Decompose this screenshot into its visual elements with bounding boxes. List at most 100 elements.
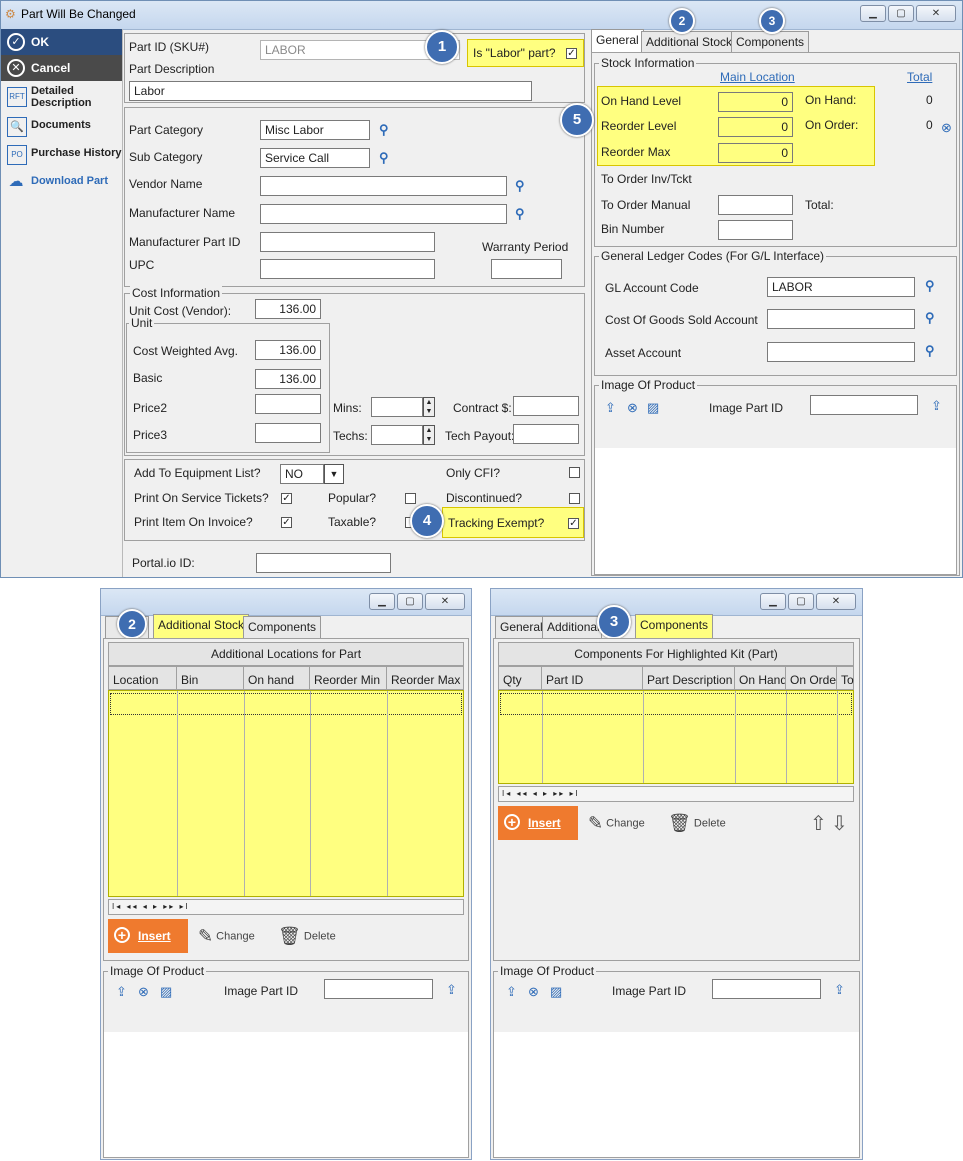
maximize-button[interactable]: ▢ <box>888 5 914 22</box>
image-part-id-input[interactable] <box>810 395 918 415</box>
upload-icon[interactable]: ⇪ <box>605 400 616 416</box>
techs-input[interactable] <box>371 425 423 445</box>
tracking-exempt-checkbox[interactable]: ✓ <box>568 518 579 529</box>
insert-button[interactable]: + Insert <box>498 806 578 840</box>
additional-locations-grid[interactable] <box>108 690 464 897</box>
purchase-history-button[interactable]: PO Purchase History <box>1 141 122 167</box>
grid-navigator[interactable]: I◂ ◂◂ ◂ ▸ ▸▸ ▸I <box>498 786 854 802</box>
maximize-button[interactable]: ▢ <box>788 593 814 610</box>
picture-icon[interactable]: ▨ <box>160 984 172 1000</box>
download-part-button[interactable]: ☁ Download Part <box>1 169 122 195</box>
price3-input[interactable] <box>255 423 321 443</box>
tab-additional-stock[interactable]: Additional <box>542 616 602 638</box>
contract-input[interactable] <box>513 396 579 416</box>
insert-button[interactable]: + Insert <box>108 919 188 953</box>
total-link[interactable]: Total <box>907 70 932 84</box>
warranty-period-input[interactable] <box>491 259 562 279</box>
sub-category-search-icon[interactable]: ⚲ <box>379 150 389 166</box>
close-button[interactable]: ✕ <box>916 5 956 22</box>
tab-components[interactable]: Components <box>243 616 322 638</box>
detailed-description-button[interactable]: RFT Detailed Description <box>1 83 122 113</box>
labor-part-checkbox[interactable]: ✓ <box>566 48 577 59</box>
image-browse-icon[interactable]: ⇪ <box>931 398 942 414</box>
ok-button[interactable]: ✓ OK <box>1 29 122 55</box>
arrow-up-icon[interactable]: ⇧ <box>810 811 827 836</box>
part-category-input[interactable]: Misc Labor <box>260 120 370 140</box>
components-grid[interactable] <box>498 690 854 784</box>
tab-components[interactable]: Components <box>635 614 714 638</box>
cogs-search-icon[interactable]: ⚲ <box>925 310 935 326</box>
clear-image-icon[interactable]: ⊗ <box>138 984 149 1000</box>
manufacturer-part-id-input[interactable] <box>260 232 435 252</box>
print-service-checkbox[interactable]: ✓ <box>281 493 292 504</box>
main-location-link[interactable]: Main Location <box>720 70 795 84</box>
vendor-search-icon[interactable]: ⚲ <box>515 178 525 194</box>
reorder-max-input[interactable]: 0 <box>718 143 793 163</box>
minimize-button[interactable]: ▁ <box>760 593 786 610</box>
unit-cost-input[interactable]: 136.00 <box>255 299 321 319</box>
popular-checkbox[interactable] <box>405 493 416 504</box>
vendor-name-input[interactable] <box>260 176 507 196</box>
grid-navigator[interactable]: I◂ ◂◂ ◂ ▸ ▸▸ ▸I <box>108 899 464 915</box>
upload-icon[interactable]: ⇪ <box>116 984 127 1000</box>
portal-id-input[interactable] <box>256 553 391 573</box>
picture-icon[interactable]: ▨ <box>647 400 659 416</box>
upc-input[interactable] <box>260 259 435 279</box>
basic-input[interactable]: 136.00 <box>255 369 321 389</box>
on-hand-level-input[interactable]: 0 <box>718 92 793 112</box>
part-description-input[interactable]: Labor <box>129 81 532 101</box>
techs-spinner[interactable]: ▲ ▼ <box>423 425 435 445</box>
tab-general[interactable]: General <box>591 29 644 53</box>
discontinued-checkbox[interactable] <box>569 493 580 504</box>
maximize-button[interactable]: ▢ <box>397 593 423 610</box>
upload-icon[interactable]: ⇪ <box>506 984 517 1000</box>
delete-button[interactable]: 🗑 Delete <box>668 813 726 834</box>
change-button[interactable]: ✎ Change <box>588 813 645 834</box>
manufacturer-search-icon[interactable]: ⚲ <box>515 206 525 222</box>
image-part-id-input[interactable] <box>324 979 433 999</box>
tab-components[interactable]: Components <box>731 31 810 53</box>
picture-icon[interactable]: ▨ <box>550 984 562 1000</box>
tech-payout-input[interactable] <box>513 424 579 444</box>
gl-account-search-icon[interactable]: ⚲ <box>925 278 935 294</box>
mins-spinner[interactable]: ▲ ▼ <box>423 397 435 417</box>
chevron-down-icon[interactable]: ▼ <box>324 464 344 484</box>
delete-button[interactable]: 🗑 Delete <box>278 926 336 947</box>
sub-category-input[interactable]: Service Call <box>260 148 370 168</box>
close-button[interactable]: ✕ <box>816 593 856 610</box>
asset-search-icon[interactable]: ⚲ <box>925 343 935 359</box>
asset-account-input[interactable] <box>767 342 915 362</box>
arrow-down-icon[interactable]: ⇩ <box>831 811 848 836</box>
to-order-manual-input[interactable] <box>718 195 793 215</box>
tab-general[interactable]: General <box>495 616 548 638</box>
close-button[interactable]: ✕ <box>425 593 465 610</box>
bin-number-input[interactable] <box>718 220 793 240</box>
clear-image-icon[interactable]: ⊗ <box>627 400 638 416</box>
table-row[interactable] <box>110 693 462 715</box>
gl-account-input[interactable]: LABOR <box>767 277 915 297</box>
clear-circle-icon[interactable]: ⊗ <box>941 120 952 136</box>
part-category-search-icon[interactable]: ⚲ <box>379 122 389 138</box>
image-part-id-input[interactable] <box>712 979 821 999</box>
clear-image-icon[interactable]: ⊗ <box>528 984 539 1000</box>
minimize-button[interactable]: ▁ <box>369 593 395 610</box>
cancel-button[interactable]: ✕ Cancel <box>1 55 122 81</box>
tab-additional-stock[interactable]: Additional Stock <box>641 31 738 53</box>
image-browse-icon[interactable]: ⇪ <box>446 982 457 998</box>
only-cfi-checkbox[interactable] <box>569 467 580 478</box>
cogs-account-input[interactable] <box>767 309 915 329</box>
cost-weighted-input[interactable]: 136.00 <box>255 340 321 360</box>
equipment-list-select[interactable]: NO <box>280 464 324 484</box>
documents-button[interactable]: 🔍 Documents <box>1 113 122 139</box>
mins-input[interactable] <box>371 397 423 417</box>
tab-additional-stock[interactable]: Additional Stock <box>153 614 250 638</box>
reorder-level-input[interactable]: 0 <box>718 117 793 137</box>
change-button[interactable]: ✎ Change <box>198 926 255 947</box>
price2-input[interactable] <box>255 394 321 414</box>
minimize-button[interactable]: ▁ <box>860 5 886 22</box>
print-invoice-checkbox[interactable]: ✓ <box>281 517 292 528</box>
table-row[interactable] <box>500 693 852 715</box>
image-browse-icon[interactable]: ⇪ <box>834 982 845 998</box>
category-panel: Part Category Misc Labor ⚲ Sub Category … <box>124 107 585 287</box>
manufacturer-name-input[interactable] <box>260 204 507 224</box>
